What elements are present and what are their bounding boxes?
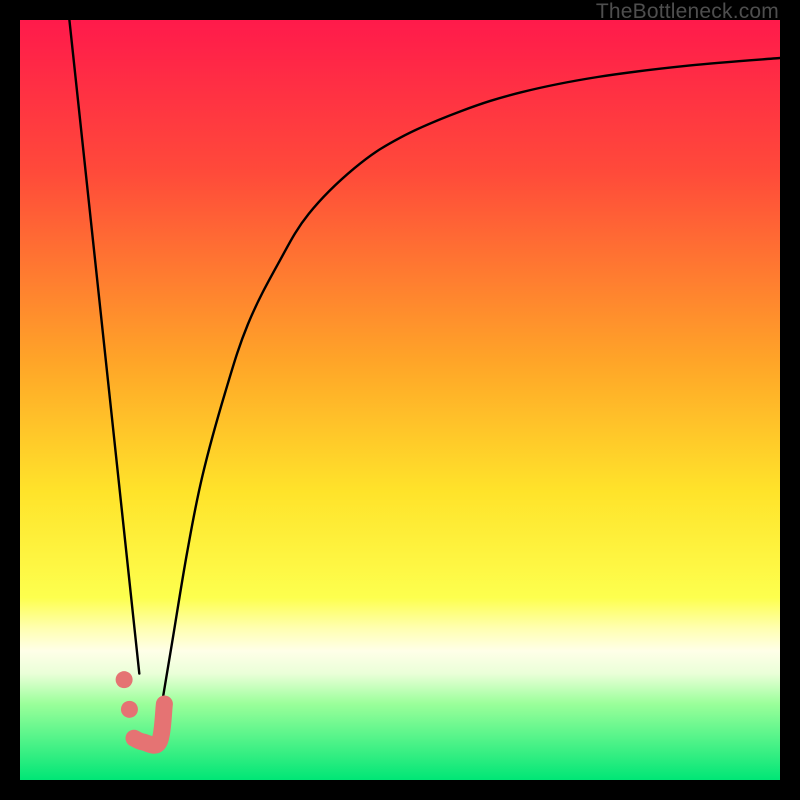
watermark-text: TheBottleneck.com	[596, 0, 779, 24]
plot-area	[20, 20, 780, 780]
marker-dot-0	[116, 671, 133, 688]
marker-dot-1	[121, 701, 138, 718]
outer-frame: TheBottleneck.com	[0, 0, 800, 800]
gradient-background	[20, 20, 780, 780]
chart-svg	[20, 20, 780, 780]
